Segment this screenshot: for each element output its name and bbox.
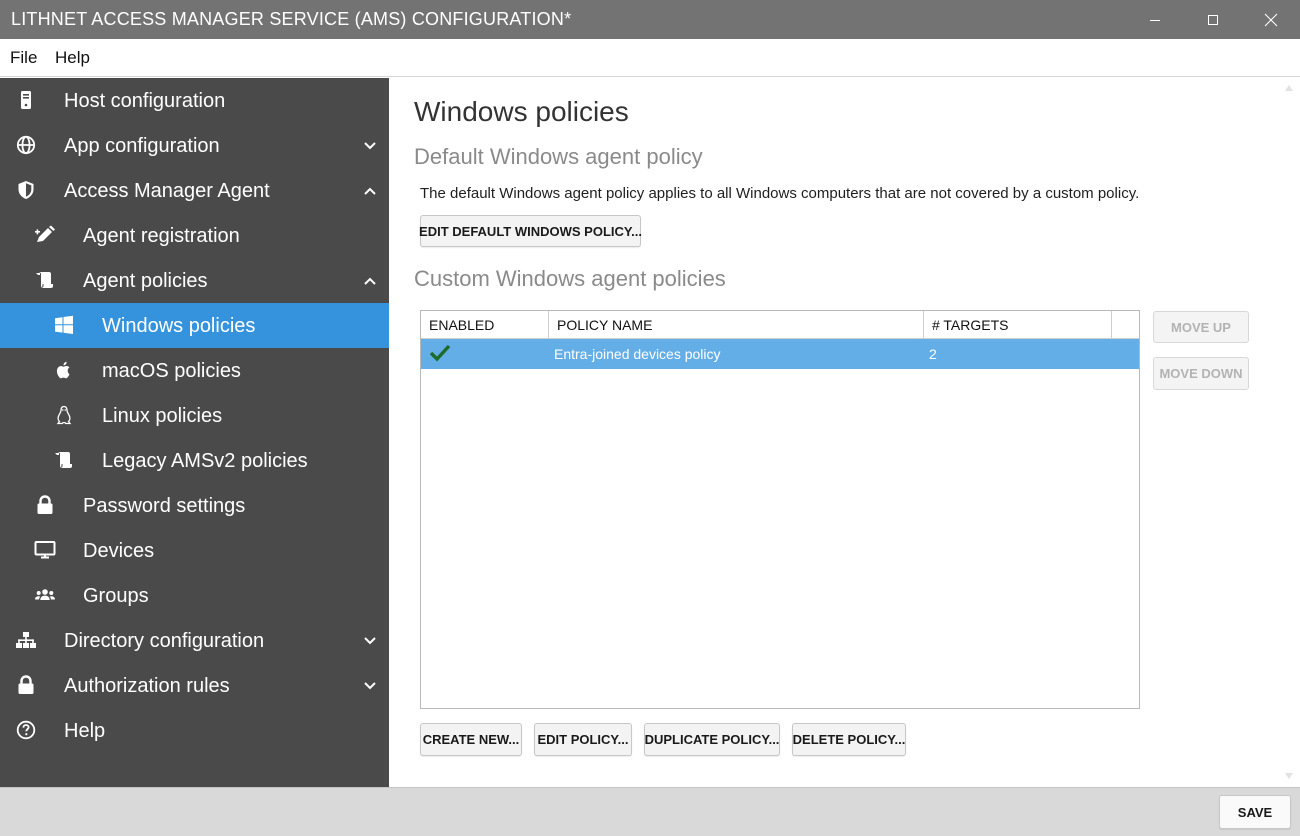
- minimize-button[interactable]: [1126, 0, 1184, 39]
- sitemap-icon: [15, 629, 37, 651]
- sidebar-item-app-configuration[interactable]: App configuration: [0, 123, 389, 168]
- footer-bar: SAVE: [0, 787, 1300, 836]
- sidebar-item-label: Agent registration: [83, 225, 240, 247]
- sidebar-item-label: Password settings: [83, 495, 246, 517]
- close-button[interactable]: [1242, 0, 1300, 39]
- sidebar-item-label: Linux policies: [102, 405, 223, 427]
- window-title: LITHNET ACCESS MANAGER SERVICE (AMS) CON…: [11, 9, 572, 29]
- main-content: Windows policies Default Windows agent p…: [389, 78, 1300, 787]
- lock-icon: [15, 674, 37, 696]
- column-header-enabled[interactable]: ENABLED: [421, 311, 549, 339]
- chevron-down-icon[interactable]: [360, 632, 380, 650]
- sidebar-item-access-manager-agent[interactable]: Access Manager Agent: [0, 168, 389, 213]
- lock-icon: [34, 494, 56, 516]
- column-header-targets[interactable]: # TARGETS: [924, 311, 1112, 339]
- policies-table: ENABLED POLICY NAME # TARGETS Entra-join…: [420, 310, 1140, 709]
- delete-policy-button[interactable]: DELETE POLICY...: [792, 723, 906, 756]
- sidebar: Host configuration App configuration Acc…: [0, 78, 389, 787]
- title-bar: LITHNET ACCESS MANAGER SERVICE (AMS) CON…: [0, 0, 1300, 39]
- table-header: ENABLED POLICY NAME # TARGETS: [421, 311, 1139, 339]
- chevron-up-icon[interactable]: [360, 272, 380, 290]
- sidebar-item-legacy-amsv2-policies[interactable]: Legacy AMSv2 policies: [0, 438, 389, 483]
- menu-file[interactable]: File: [10, 48, 37, 68]
- sidebar-item-windows-policies[interactable]: Windows policies: [0, 303, 389, 348]
- sidebar-item-label: Authorization rules: [64, 675, 230, 697]
- sidebar-item-help[interactable]: Help: [0, 708, 389, 753]
- sidebar-item-agent-registration[interactable]: Agent registration: [0, 213, 389, 258]
- sidebar-item-label: macOS policies: [102, 360, 241, 382]
- chevron-down-icon[interactable]: [360, 137, 380, 155]
- monitor-icon: [34, 539, 56, 561]
- pen-icon: [34, 224, 56, 246]
- minimize-icon: [1150, 19, 1160, 21]
- sidebar-item-label: Devices: [83, 540, 155, 562]
- sidebar-item-macos-policies[interactable]: macOS policies: [0, 348, 389, 393]
- linux-icon: [53, 404, 75, 426]
- apple-icon: [53, 359, 75, 381]
- sidebar-item-label: Access Manager Agent: [64, 180, 270, 202]
- sidebar-item-label: App configuration: [64, 135, 220, 157]
- help-circle-icon: [15, 719, 37, 741]
- maximize-icon: [1208, 14, 1218, 25]
- scroll-down-arrow-icon[interactable]: [1284, 772, 1294, 780]
- scroll-up-arrow-icon[interactable]: [1284, 84, 1294, 92]
- shield-icon: [15, 179, 37, 201]
- column-header-policy-name[interactable]: POLICY NAME: [549, 311, 924, 339]
- edit-default-windows-policy-button[interactable]: EDIT DEFAULT WINDOWS POLICY...: [419, 215, 642, 247]
- move-up-button[interactable]: MOVE UP: [1153, 311, 1249, 343]
- sidebar-item-label: Groups: [83, 585, 149, 607]
- sidebar-item-agent-policies[interactable]: Agent policies: [0, 258, 389, 303]
- policy-targets-cell: 2: [929, 346, 937, 362]
- users-icon: [34, 584, 56, 606]
- server-icon: [15, 89, 37, 111]
- scroll-icon: [53, 449, 75, 471]
- sidebar-item-directory-configuration[interactable]: Directory configuration: [0, 618, 389, 663]
- sidebar-item-host-configuration[interactable]: Host configuration: [0, 78, 389, 123]
- sidebar-item-label: Host configuration: [64, 90, 226, 112]
- sidebar-item-devices[interactable]: Devices: [0, 528, 389, 573]
- duplicate-policy-button[interactable]: DUPLICATE POLICY...: [644, 723, 780, 756]
- sidebar-item-linux-policies[interactable]: Linux policies: [0, 393, 389, 438]
- chevron-up-icon[interactable]: [360, 182, 380, 200]
- default-policy-section-title: Default Windows agent policy: [414, 144, 703, 169]
- column-header-spacer: [1112, 311, 1139, 339]
- sidebar-item-label: Agent policies: [83, 270, 208, 292]
- globe-icon: [15, 134, 37, 156]
- edit-policy-button[interactable]: EDIT POLICY...: [534, 723, 632, 756]
- create-new-button[interactable]: CREATE NEW...: [420, 723, 522, 756]
- default-policy-description: The default Windows agent policy applies…: [420, 185, 1140, 202]
- custom-policies-section-title: Custom Windows agent policies: [414, 266, 726, 291]
- move-down-button[interactable]: MOVE DOWN: [1153, 357, 1249, 390]
- sidebar-item-label: Directory configuration: [64, 630, 265, 652]
- page-title: Windows policies: [414, 96, 629, 127]
- chevron-down-icon[interactable]: [360, 677, 380, 695]
- menu-help[interactable]: Help: [55, 48, 90, 68]
- sidebar-item-authorization-rules[interactable]: Authorization rules: [0, 663, 389, 708]
- sidebar-item-groups[interactable]: Groups: [0, 573, 389, 618]
- sidebar-item-label: Windows policies: [102, 315, 256, 337]
- windows-icon: [53, 314, 75, 336]
- menu-bar: File Help: [0, 39, 1300, 77]
- scroll-icon: [34, 269, 56, 291]
- sidebar-item-password-settings[interactable]: Password settings: [0, 483, 389, 528]
- table-row[interactable]: Entra-joined devices policy 2: [421, 339, 1139, 369]
- checkmark-icon: [429, 344, 451, 365]
- save-button[interactable]: SAVE: [1219, 795, 1291, 829]
- sidebar-item-label: Legacy AMSv2 policies: [102, 450, 308, 472]
- close-icon: [1264, 13, 1278, 26]
- sidebar-item-label: Help: [64, 720, 106, 742]
- maximize-button[interactable]: [1184, 0, 1242, 39]
- policy-name-cell: Entra-joined devices policy: [554, 346, 721, 362]
